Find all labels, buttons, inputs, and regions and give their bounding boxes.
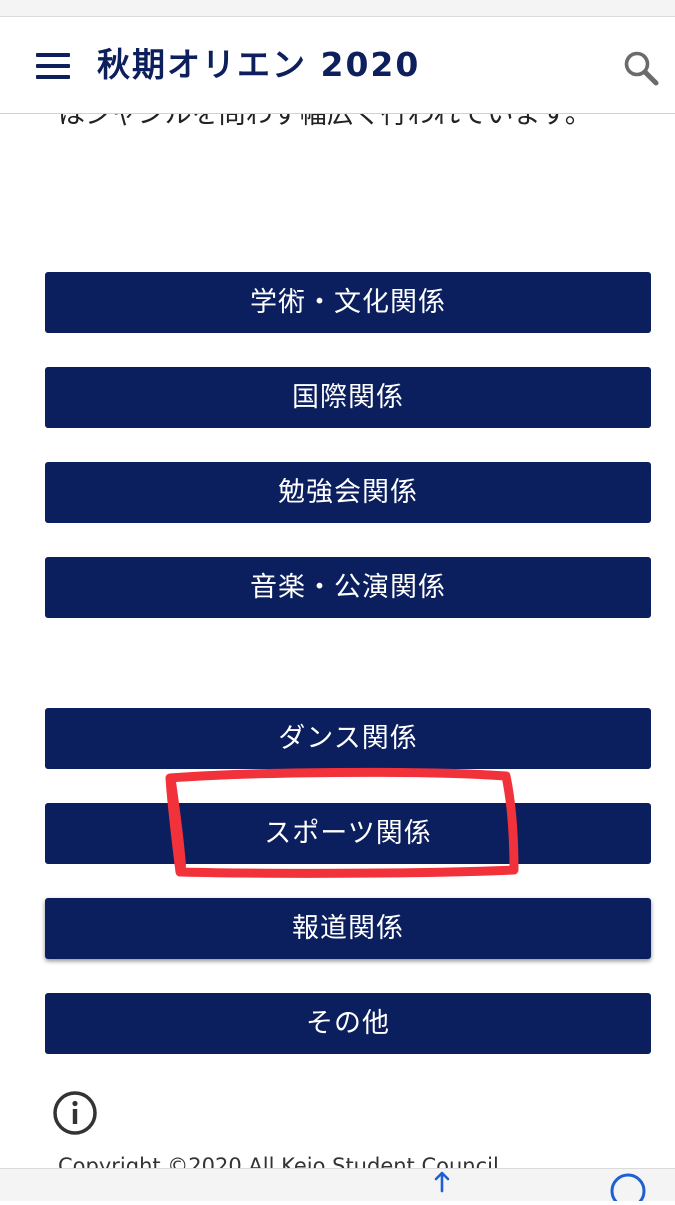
category-button-press[interactable]: 報道関係: [45, 898, 651, 959]
category-button-study-group[interactable]: 勉強会関係: [45, 462, 651, 523]
browser-toolbar: [0, 1168, 675, 1205]
share-icon[interactable]: [428, 1169, 456, 1201]
page-content: はジャンルを問わず幅広く行われています。 学術・文化関係 国際関係 勉強会関係 …: [0, 0, 675, 1200]
tabs-icon[interactable]: [608, 1169, 648, 1205]
site-title[interactable]: 秋期オリエン 2020: [97, 43, 420, 87]
info-icon[interactable]: [52, 1090, 98, 1136]
site-header: 秋期オリエン 2020: [0, 17, 675, 114]
category-button-sports[interactable]: スポーツ関係: [45, 803, 651, 864]
hamburger-menu-icon[interactable]: [36, 53, 70, 79]
category-button-academic-culture[interactable]: 学術・文化関係: [45, 272, 651, 333]
category-button-music-performance[interactable]: 音楽・公演関係: [45, 557, 651, 618]
search-icon[interactable]: [620, 47, 664, 91]
category-button-other[interactable]: その他: [45, 993, 651, 1054]
category-button-international[interactable]: 国際関係: [45, 367, 651, 428]
category-button-dance[interactable]: ダンス関係: [45, 708, 651, 769]
